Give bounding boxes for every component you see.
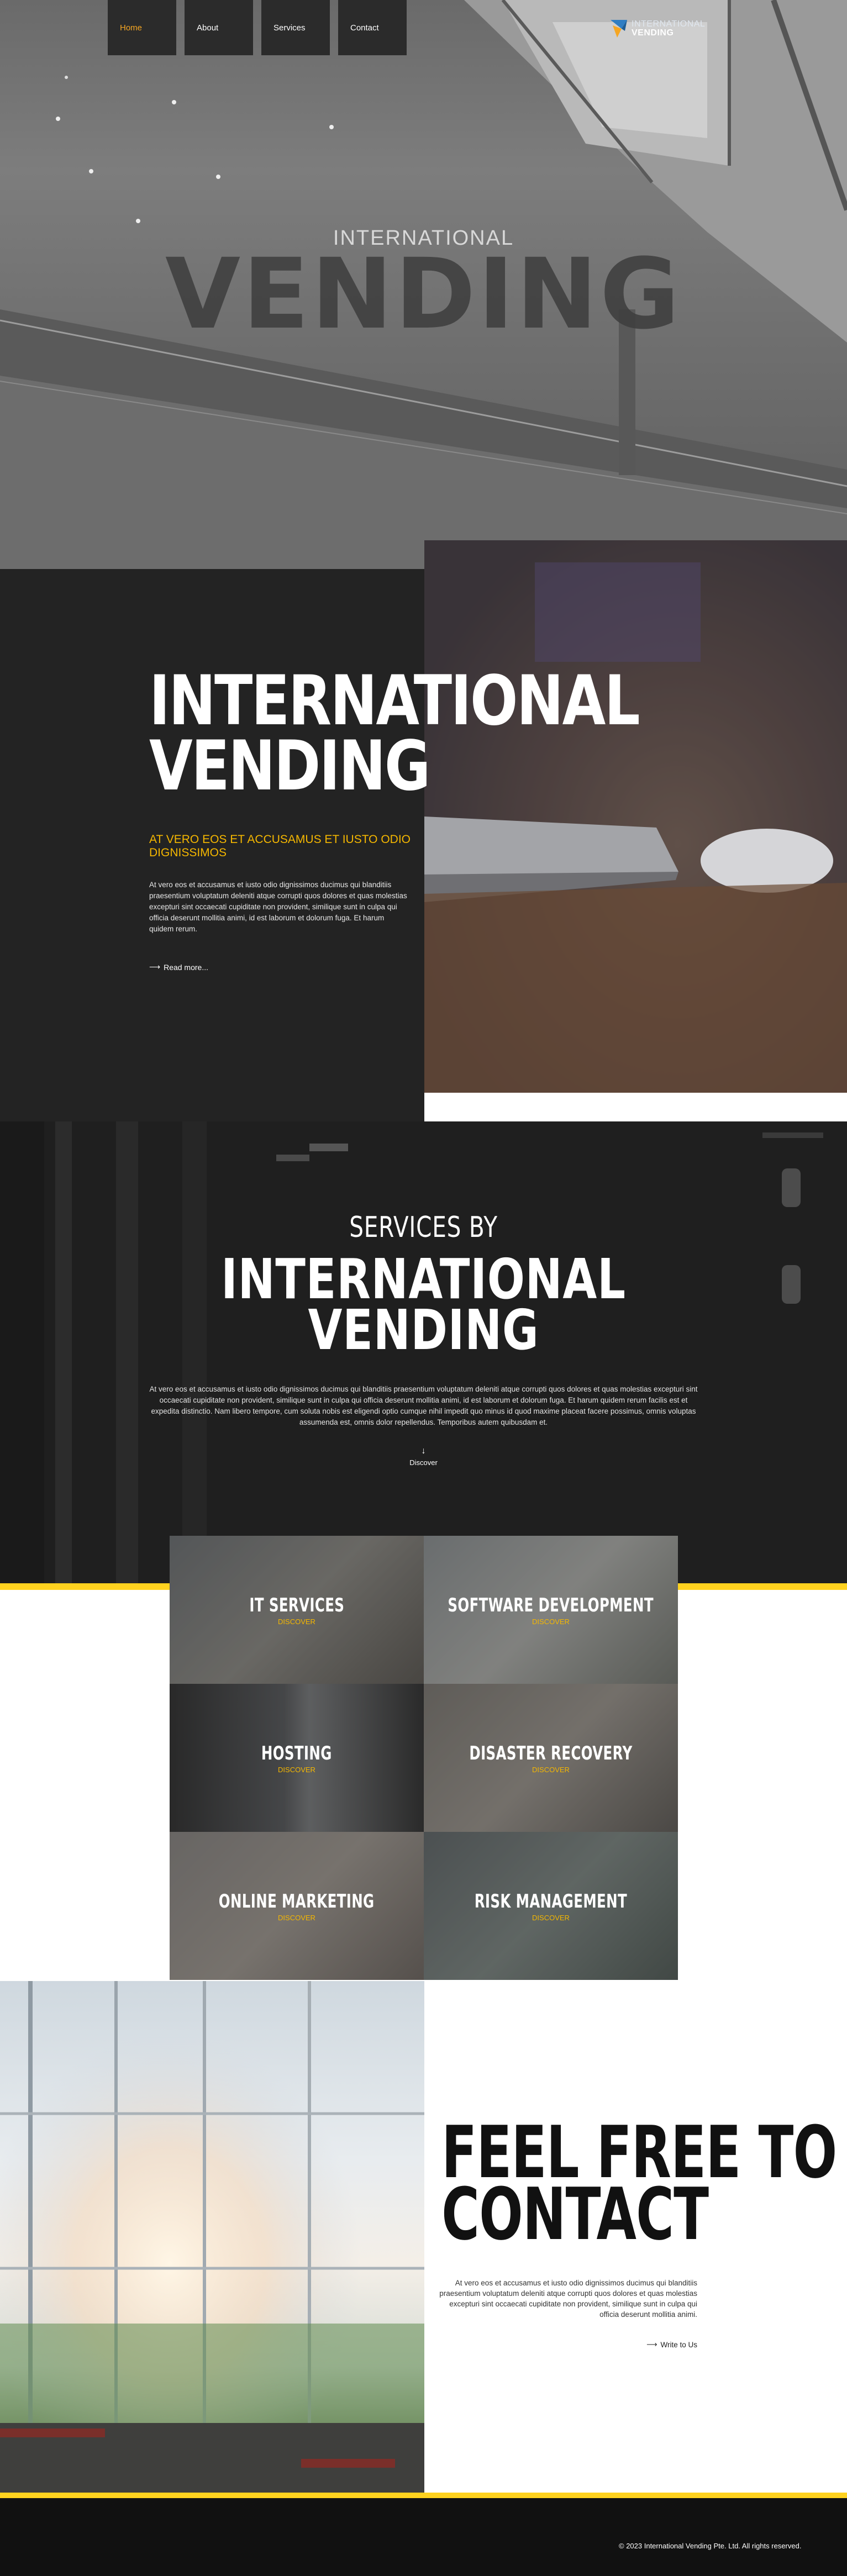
- about-laptop-photo: [424, 540, 847, 1093]
- logo-mark-icon: [611, 20, 627, 38]
- services-grid: IT SERVICES DISCOVER SOFTWARE DEVELOPMEN…: [170, 1536, 678, 1980]
- nav-contact[interactable]: Contact: [338, 0, 407, 55]
- tile-discover-link[interactable]: DISCOVER: [532, 1914, 570, 1922]
- services-subtitle: SERVICES BY: [349, 1211, 498, 1244]
- nav-about[interactable]: About: [185, 0, 253, 55]
- about-title: INTERNATIONAL VENDING: [149, 661, 640, 806]
- discover-link[interactable]: Discover: [0, 1458, 847, 1467]
- about-text: At vero eos et accusamus et iusto odio d…: [149, 881, 407, 933]
- contact-title: FEEL FREE TO CONTACT: [441, 2110, 837, 2256]
- services-title: INTERNATIONAL VENDING: [221, 1247, 626, 1362]
- about-subtitle: AT VERO EOS ET ACCUSAMUS ET IUSTO ODIO D…: [149, 833, 411, 859]
- contact-text: At vero eos et accusamus et iusto odio d…: [439, 2279, 697, 2319]
- tile-online-marketing[interactable]: ONLINE MARKETING DISCOVER: [170, 1832, 424, 1980]
- arrow-right-icon: ⟶: [149, 962, 161, 971]
- read-more-link[interactable]: ⟶ Read more...: [149, 962, 208, 972]
- footer: [0, 2498, 847, 2576]
- tile-discover-link[interactable]: DISCOVER: [532, 1618, 570, 1626]
- tile-risk-management[interactable]: RISK MANAGEMENT DISCOVER: [424, 1832, 678, 1980]
- tile-disaster-recovery[interactable]: DISASTER RECOVERY DISCOVER: [424, 1684, 678, 1832]
- tile-hosting[interactable]: HOSTING DISCOVER: [170, 1684, 424, 1832]
- tile-title: IT SERVICES: [249, 1594, 344, 1616]
- arrow-right-icon: ⟶: [646, 2340, 657, 2348]
- site-logo[interactable]: INTERNATIONAL VENDING: [609, 18, 705, 40]
- nav-services[interactable]: Services: [261, 0, 330, 55]
- arrow-down-icon[interactable]: ↓: [0, 1446, 847, 1456]
- footer-accent-band: [0, 2493, 847, 2498]
- tile-title: RISK MANAGEMENT: [474, 1890, 628, 1913]
- logo-line2: VENDING: [632, 28, 674, 38]
- tile-title: ONLINE MARKETING: [219, 1890, 375, 1913]
- services-text: At vero eos et accusamus et iusto odio d…: [149, 1385, 698, 1426]
- tile-discover-link[interactable]: DISCOVER: [532, 1766, 570, 1774]
- tile-title: DISASTER RECOVERY: [469, 1742, 633, 1764]
- tile-it-services[interactable]: IT SERVICES DISCOVER: [170, 1536, 424, 1684]
- office-window-image: [0, 1981, 424, 2495]
- tile-software-development[interactable]: SOFTWARE DEVELOPMENT DISCOVER: [424, 1536, 678, 1684]
- nav-home[interactable]: Home: [108, 0, 176, 55]
- tile-title: SOFTWARE DEVELOPMENT: [448, 1594, 654, 1616]
- hero-title-big: VENDING: [165, 238, 682, 351]
- tile-discover-link[interactable]: DISCOVER: [278, 1914, 315, 1922]
- hero-section: INTERNATIONAL VENDING: [0, 0, 847, 569]
- tile-discover-link[interactable]: DISCOVER: [278, 1766, 315, 1774]
- tile-title: HOSTING: [261, 1742, 332, 1764]
- footer-copyright: © 2023 International Vending Pte. Ltd. A…: [619, 2542, 802, 2550]
- main-nav: Home About Services Contact: [108, 0, 415, 55]
- laptop-image: [424, 540, 847, 1093]
- write-to-us-link[interactable]: ⟶ Write to Us: [608, 2340, 697, 2349]
- tile-discover-link[interactable]: DISCOVER: [278, 1618, 315, 1626]
- logo-line1: INTERNATIONAL: [632, 19, 706, 29]
- contact-office-photo: [0, 1981, 424, 2495]
